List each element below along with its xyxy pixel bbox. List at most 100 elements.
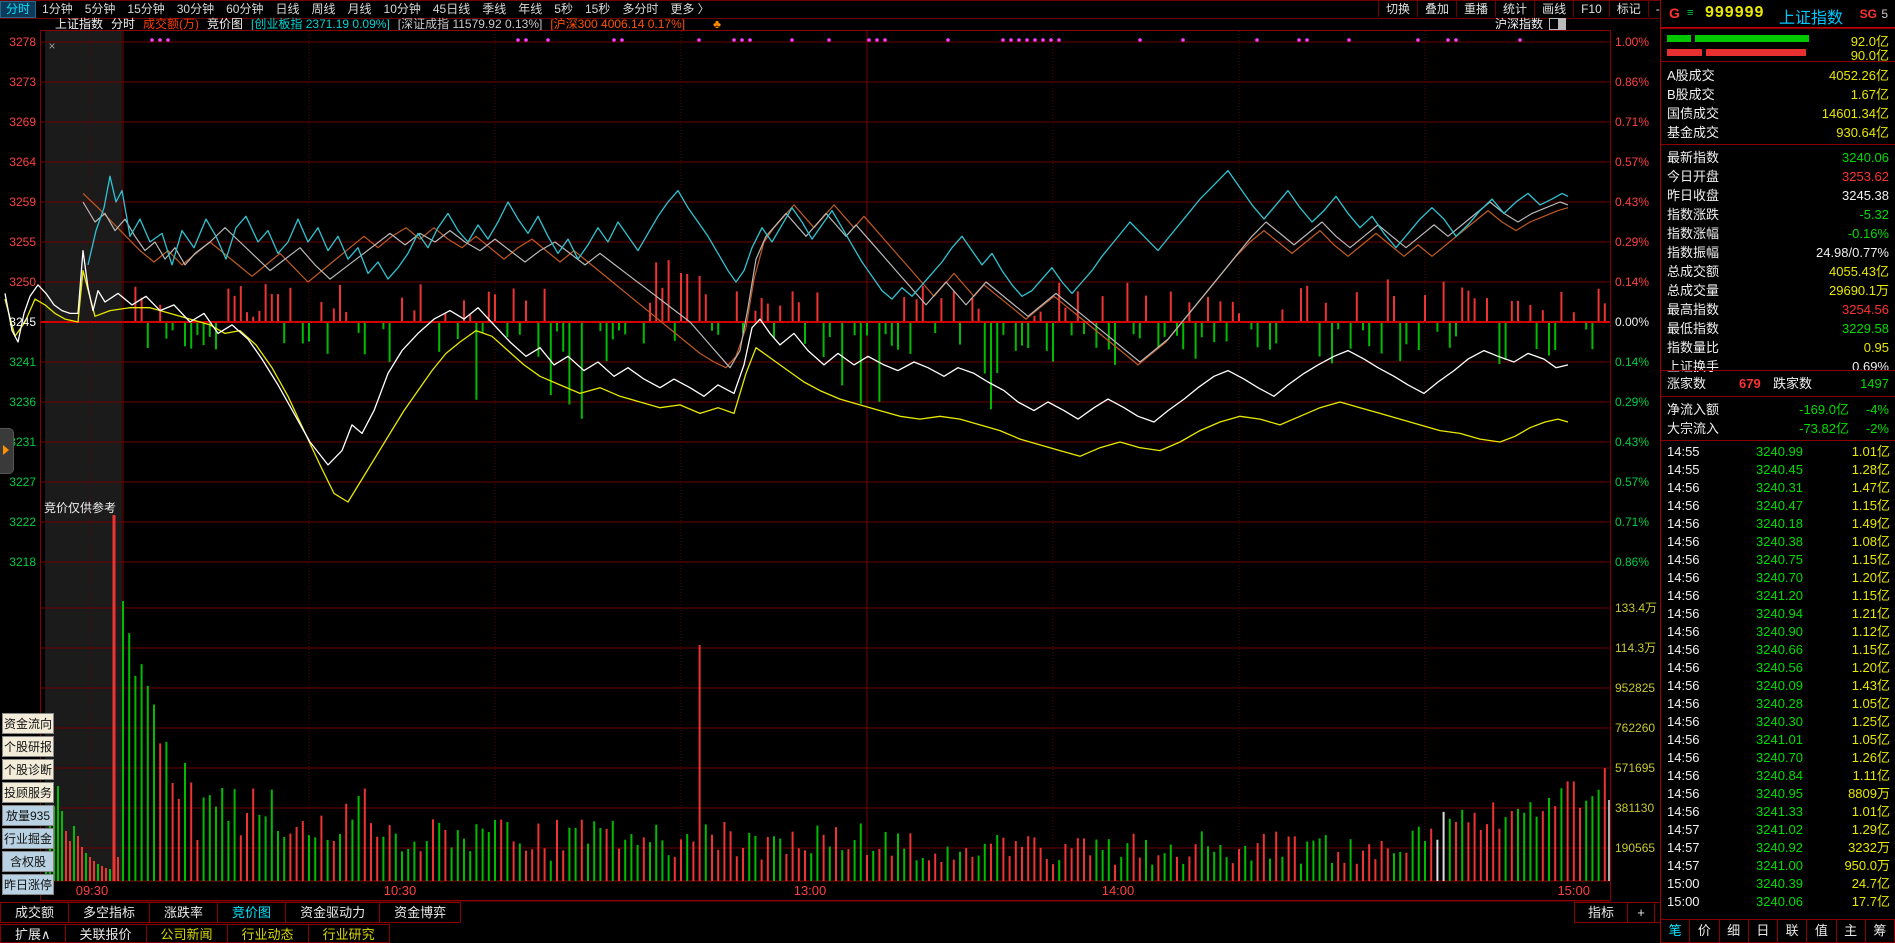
volume-axis-label: 190565: [1615, 841, 1655, 855]
panel-tab-2[interactable]: 细: [1719, 919, 1749, 943]
chart-info-bar: 上证指数 分时 成交额(万) 竞价图 [创业板指 2371.19 0.09%] …: [0, 17, 1660, 32]
price-axis-label: 3273: [9, 75, 36, 89]
indicator-button[interactable]: 指标: [1574, 902, 1628, 923]
zoom-in-button[interactable]: +: [1628, 902, 1655, 923]
tick-row: 14:56 3240.56 1.20亿: [1661, 659, 1895, 677]
tick-time: 14:57: [1667, 858, 1700, 873]
bottom-tab-3[interactable]: 竞价图: [218, 902, 287, 923]
tick-price: 3240.31: [1756, 480, 1803, 495]
pct-axis-label: 0.29%: [1615, 235, 1649, 249]
toolbar-button-0[interactable]: 切换: [1378, 1, 1417, 17]
tick-time: 14:56: [1667, 732, 1700, 747]
panel-tab-5[interactable]: 值: [1807, 919, 1837, 943]
tick-list[interactable]: 14:55 3240.99 1.01亿 14:55 3240.45 1.28亿 14:56 3…: [1661, 443, 1895, 917]
tick-price: 3240.30: [1756, 714, 1803, 729]
left-button-7[interactable]: 昨日涨停: [2, 874, 54, 895]
tick-volume: 1.29亿: [1851, 822, 1890, 837]
toolbar-button-6[interactable]: 标记: [1608, 1, 1648, 17]
flow-label: 大宗流入: [1667, 421, 1720, 436]
bottom-tab-0[interactable]: 成交额: [0, 902, 70, 923]
tick-volume: 1.21亿: [1851, 606, 1890, 621]
stat-label: B股成交: [1667, 87, 1715, 102]
menu-item-0[interactable]: 分时: [0, 1, 37, 18]
signal-dot: [1416, 38, 1420, 42]
signal-dot: [1033, 38, 1037, 42]
panel-tab-1[interactable]: 价: [1690, 919, 1720, 943]
tick-time: 14:56: [1667, 480, 1700, 495]
left-button-4[interactable]: 放量935: [2, 805, 54, 826]
left-button-3[interactable]: 投顾服务: [2, 782, 54, 803]
tick-row: 14:56 3240.70 1.26亿: [1661, 749, 1895, 767]
tick-volume: 1.01亿: [1851, 444, 1890, 459]
toolbar-button-2[interactable]: 重播: [1456, 1, 1495, 17]
tick-time: 14:56: [1667, 642, 1700, 657]
left-button-2[interactable]: 个股诊断: [2, 759, 54, 780]
tick-row: 14:56 3240.70 1.20亿: [1661, 569, 1895, 587]
bottom-tab-1[interactable]: 多空指标: [69, 902, 151, 923]
pct-axis-label: 0.43%: [1615, 195, 1649, 209]
panel-tab-6[interactable]: 主: [1836, 919, 1866, 943]
szcz-overlay-line: [82, 201, 1569, 369]
panel-toggle-icon[interactable]: [1549, 17, 1567, 30]
sub-tab-4[interactable]: 行业研究: [308, 924, 390, 943]
volume-axis-label: 381130: [1615, 801, 1654, 815]
left-button-5[interactable]: 行业掘金: [2, 828, 54, 849]
left-button-0[interactable]: 资金流向: [2, 713, 54, 734]
tick-time: 14:56: [1667, 606, 1700, 621]
indicator-tab-row: 成交额 多空指标 涨跌率 竞价图 资金驱动力 资金博弈: [0, 902, 462, 923]
signal-dot: [1009, 38, 1013, 42]
price-axis-label: 3269: [9, 115, 36, 129]
tick-time: 14:56: [1667, 768, 1700, 783]
tick-time: 14:56: [1667, 516, 1700, 531]
panel-tab-7[interactable]: 筹: [1865, 919, 1895, 943]
panel-tab-4[interactable]: 联: [1778, 919, 1808, 943]
signal-dot: [827, 38, 831, 42]
signal-dot: [748, 38, 752, 42]
tag-sg: SG: [1859, 7, 1877, 21]
tick-time: 14:57: [1667, 822, 1700, 837]
toolbar-button-5[interactable]: F10: [1573, 1, 1609, 17]
pct-axis-label: 0.57%: [1615, 155, 1649, 169]
tick-row: 14:56 3241.01 1.05亿: [1661, 731, 1895, 749]
stock-code: 999999: [1705, 4, 1765, 21]
pct-axis-label: 0.86%: [1615, 555, 1649, 569]
stat-value: 14601.34亿: [1821, 106, 1889, 121]
price-axis-label: 3227: [9, 475, 36, 489]
menu-glyph-icon[interactable]: ≡: [1687, 7, 1693, 19]
bottom-tab-4[interactable]: 资金驱动力: [286, 902, 381, 923]
tick-price: 3240.92: [1756, 840, 1803, 855]
flow-value: -73.82亿: [1799, 421, 1849, 436]
tick-volume: 24.7亿: [1851, 876, 1890, 891]
panel-tab-3[interactable]: 日: [1748, 919, 1778, 943]
tick-volume: 1.47亿: [1851, 480, 1890, 495]
left-button-1[interactable]: 个股研报: [2, 736, 54, 757]
bottom-tab-5[interactable]: 资金博弈: [380, 902, 462, 923]
left-button-6[interactable]: 含权股: [2, 851, 54, 872]
tick-price: 3240.18: [1756, 516, 1803, 531]
stat-value: 3254.56: [1842, 302, 1889, 317]
tick-time: 14:56: [1667, 786, 1700, 801]
tick-time: 14:56: [1667, 534, 1700, 549]
intraday-chart[interactable]: 3278 3273 3269 3264 3259 3255 3250 3245 3241 3236…: [0, 30, 1660, 903]
stat-row-2-4: 指数涨幅 -0.16%: [1661, 224, 1895, 243]
bottom-tab-2[interactable]: 涨跌率: [150, 902, 219, 923]
stat-row-2-2: 昨日收盘 3245.38: [1661, 186, 1895, 205]
time-axis-label: 13:00: [794, 883, 827, 898]
sub-tab-1[interactable]: 关联报价: [65, 924, 147, 943]
flow-row-1: 大宗流入 -73.82亿 -2%: [1661, 419, 1895, 438]
pct-axis-label: 0.43%: [1615, 435, 1649, 449]
stat-label: A股成交: [1667, 68, 1715, 83]
panel-tab-0[interactable]: 笔: [1661, 919, 1691, 943]
sub-tab-0[interactable]: 扩展∧: [0, 924, 66, 943]
price-axis-label: 3218: [9, 555, 36, 569]
tick-row: 14:56 3240.31 1.47亿: [1661, 479, 1895, 497]
tick-volume: 8809万: [1848, 786, 1890, 801]
flow-pct: -2%: [1865, 421, 1889, 436]
signal-dot: [1017, 38, 1021, 42]
sub-tab-2[interactable]: 公司新闻: [146, 924, 228, 943]
sub-tab-3[interactable]: 行业动态: [227, 924, 309, 943]
sidebar-expand-handle[interactable]: [0, 428, 14, 474]
index-group-switch[interactable]: 沪深指数: [1495, 17, 1567, 31]
signal-dot: [524, 38, 528, 42]
toolbar-button-1[interactable]: 叠加: [1417, 1, 1456, 17]
